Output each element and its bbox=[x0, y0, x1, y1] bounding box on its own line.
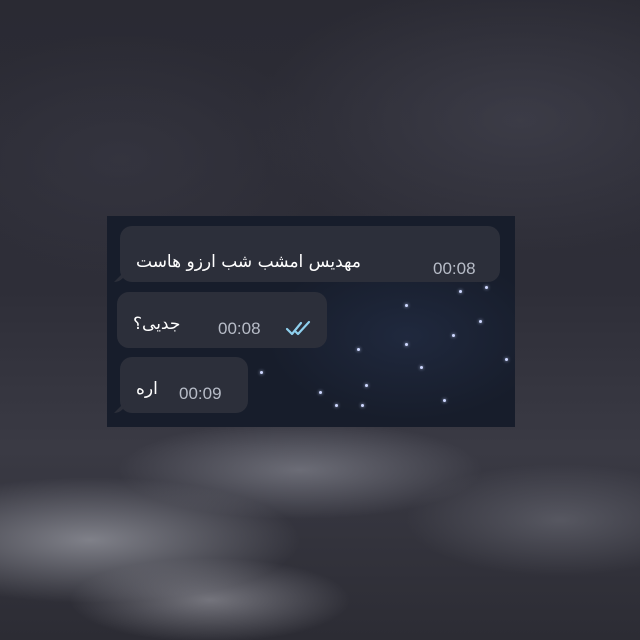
star bbox=[365, 384, 368, 387]
star bbox=[357, 348, 360, 351]
star bbox=[319, 391, 322, 394]
star bbox=[505, 358, 508, 361]
star bbox=[420, 366, 423, 369]
message-text: جدیی؟ bbox=[133, 314, 181, 334]
message-text: اره bbox=[136, 379, 158, 399]
star bbox=[479, 320, 482, 323]
double-check-icon bbox=[285, 320, 311, 336]
star bbox=[452, 334, 455, 337]
star bbox=[260, 371, 263, 374]
message-bubble-incoming[interactable]: اره 00:09 bbox=[120, 357, 248, 413]
message-text: مهدیس امشب شب ارزو هاست bbox=[136, 252, 361, 272]
star bbox=[443, 399, 446, 402]
message-time: 00:08 bbox=[433, 259, 476, 278]
star bbox=[361, 404, 364, 407]
chat-screenshot-panel: مهدیس امشب شب ارزو هاست 00:08 جدیی؟ 00:0… bbox=[107, 216, 515, 427]
cloudy-night-background: مهدیس امشب شب ارزو هاست 00:08 جدیی؟ 00:0… bbox=[0, 0, 640, 640]
star bbox=[459, 290, 462, 293]
star bbox=[335, 404, 338, 407]
message-time: 00:09 bbox=[179, 384, 222, 403]
star bbox=[405, 343, 408, 346]
message-bubble-outgoing[interactable]: جدیی؟ 00:08 bbox=[117, 292, 327, 348]
star bbox=[485, 286, 488, 289]
star bbox=[405, 304, 408, 307]
message-bubble-incoming[interactable]: مهدیس امشب شب ارزو هاست 00:08 bbox=[120, 226, 500, 282]
message-time: 00:08 bbox=[218, 319, 261, 338]
